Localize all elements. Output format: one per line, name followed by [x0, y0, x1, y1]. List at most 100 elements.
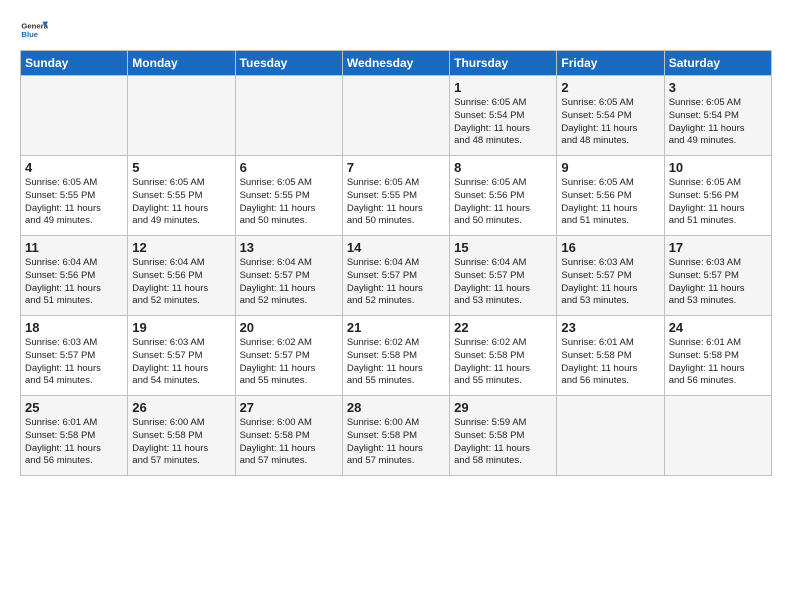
calendar-day-cell: 15 Sunrise: 6:04 AM Sunset: 5:57 PM Dayli… — [450, 236, 557, 316]
calendar-day-cell: 5 Sunrise: 6:05 AM Sunset: 5:55 PM Daylig… — [128, 156, 235, 236]
day-number: 18 — [25, 320, 123, 335]
day-number: 10 — [669, 160, 767, 175]
day-info: Sunrise: 6:05 AM Sunset: 5:54 PM Dayligh… — [669, 97, 767, 148]
day-info: Sunrise: 6:05 AM Sunset: 5:56 PM Dayligh… — [669, 177, 767, 228]
day-info: Sunrise: 6:01 AM Sunset: 5:58 PM Dayligh… — [25, 417, 123, 468]
day-number: 13 — [240, 240, 338, 255]
calendar-day-cell: 29 Sunrise: 5:59 AM Sunset: 5:58 PM Dayli… — [450, 396, 557, 476]
day-number: 8 — [454, 160, 552, 175]
day-info: Sunrise: 6:05 AM Sunset: 5:54 PM Dayligh… — [454, 97, 552, 148]
calendar-day-cell: 8 Sunrise: 6:05 AM Sunset: 5:56 PM Daylig… — [450, 156, 557, 236]
calendar-day-cell: 11 Sunrise: 6:04 AM Sunset: 5:56 PM Dayli… — [21, 236, 128, 316]
calendar-day-cell: 9 Sunrise: 6:05 AM Sunset: 5:56 PM Daylig… — [557, 156, 664, 236]
col-header-sunday: Sunday — [21, 51, 128, 76]
day-number: 17 — [669, 240, 767, 255]
calendar-table: SundayMondayTuesdayWednesdayThursdayFrid… — [20, 50, 772, 476]
calendar-day-cell: 24 Sunrise: 6:01 AM Sunset: 5:58 PM Dayli… — [664, 316, 771, 396]
day-info: Sunrise: 6:01 AM Sunset: 5:58 PM Dayligh… — [669, 337, 767, 388]
empty-cell — [128, 76, 235, 156]
day-info: Sunrise: 6:04 AM Sunset: 5:57 PM Dayligh… — [240, 257, 338, 308]
day-number: 9 — [561, 160, 659, 175]
day-number: 14 — [347, 240, 445, 255]
calendar-day-cell: 18 Sunrise: 6:03 AM Sunset: 5:57 PM Dayli… — [21, 316, 128, 396]
day-info: Sunrise: 6:02 AM Sunset: 5:58 PM Dayligh… — [347, 337, 445, 388]
empty-cell — [235, 76, 342, 156]
day-info: Sunrise: 5:59 AM Sunset: 5:58 PM Dayligh… — [454, 417, 552, 468]
day-info: Sunrise: 6:05 AM Sunset: 5:55 PM Dayligh… — [25, 177, 123, 228]
col-header-tuesday: Tuesday — [235, 51, 342, 76]
logo: General Blue — [20, 16, 52, 44]
calendar-day-cell: 23 Sunrise: 6:01 AM Sunset: 5:58 PM Dayli… — [557, 316, 664, 396]
day-info: Sunrise: 6:00 AM Sunset: 5:58 PM Dayligh… — [132, 417, 230, 468]
calendar-day-cell: 12Sunrise: 6:04 AM Sunset: 5:56 PM Dayli… — [128, 236, 235, 316]
calendar-day-cell: 3 Sunrise: 6:05 AM Sunset: 5:54 PM Daylig… — [664, 76, 771, 156]
calendar-day-cell: 2 Sunrise: 6:05 AM Sunset: 5:54 PM Daylig… — [557, 76, 664, 156]
calendar-day-cell: 22Sunrise: 6:02 AM Sunset: 5:58 PM Dayli… — [450, 316, 557, 396]
day-number: 21 — [347, 320, 445, 335]
day-info: Sunrise: 6:01 AM Sunset: 5:58 PM Dayligh… — [561, 337, 659, 388]
calendar-day-cell: 19 Sunrise: 6:03 AM Sunset: 5:57 PM Dayli… — [128, 316, 235, 396]
day-number: 7 — [347, 160, 445, 175]
calendar-day-cell: 17Sunrise: 6:03 AM Sunset: 5:57 PM Dayli… — [664, 236, 771, 316]
calendar-day-cell: 14 Sunrise: 6:04 AM Sunset: 5:57 PM Dayli… — [342, 236, 449, 316]
calendar-day-cell: 21 Sunrise: 6:02 AM Sunset: 5:58 PM Dayli… — [342, 316, 449, 396]
calendar-header-row: SundayMondayTuesdayWednesdayThursdayFrid… — [21, 51, 772, 76]
calendar-day-cell: 20 Sunrise: 6:02 AM Sunset: 5:57 PM Dayli… — [235, 316, 342, 396]
day-info: Sunrise: 6:05 AM Sunset: 5:56 PM Dayligh… — [454, 177, 552, 228]
calendar-day-cell: 1 Sunrise: 6:05 AM Sunset: 5:54 PM Daylig… — [450, 76, 557, 156]
svg-text:Blue: Blue — [21, 30, 38, 39]
day-number: 2 — [561, 80, 659, 95]
day-number: 27 — [240, 400, 338, 415]
day-info: Sunrise: 6:00 AM Sunset: 5:58 PM Dayligh… — [347, 417, 445, 468]
day-info: Sunrise: 6:04 AM Sunset: 5:57 PM Dayligh… — [454, 257, 552, 308]
empty-cell — [342, 76, 449, 156]
day-info: Sunrise: 6:02 AM Sunset: 5:58 PM Dayligh… — [454, 337, 552, 388]
calendar-week-row: 25 Sunrise: 6:01 AM Sunset: 5:58 PM Dayli… — [21, 396, 772, 476]
calendar-day-cell: 4 Sunrise: 6:05 AM Sunset: 5:55 PM Daylig… — [21, 156, 128, 236]
day-number: 19 — [132, 320, 230, 335]
day-number: 3 — [669, 80, 767, 95]
day-number: 4 — [25, 160, 123, 175]
day-number: 12 — [132, 240, 230, 255]
day-number: 11 — [25, 240, 123, 255]
col-header-wednesday: Wednesday — [342, 51, 449, 76]
day-info: Sunrise: 6:03 AM Sunset: 5:57 PM Dayligh… — [25, 337, 123, 388]
empty-cell — [557, 396, 664, 476]
day-info: Sunrise: 6:05 AM Sunset: 5:55 PM Dayligh… — [240, 177, 338, 228]
day-info: Sunrise: 6:04 AM Sunset: 5:56 PM Dayligh… — [25, 257, 123, 308]
day-info: Sunrise: 6:04 AM Sunset: 5:57 PM Dayligh… — [347, 257, 445, 308]
page-header: General Blue — [20, 16, 772, 44]
day-number: 29 — [454, 400, 552, 415]
calendar-day-cell: 28Sunrise: 6:00 AM Sunset: 5:58 PM Dayli… — [342, 396, 449, 476]
day-number: 23 — [561, 320, 659, 335]
day-number: 6 — [240, 160, 338, 175]
day-number: 26 — [132, 400, 230, 415]
day-info: Sunrise: 6:05 AM Sunset: 5:56 PM Dayligh… — [561, 177, 659, 228]
day-info: Sunrise: 6:05 AM Sunset: 5:55 PM Dayligh… — [132, 177, 230, 228]
day-info: Sunrise: 6:03 AM Sunset: 5:57 PM Dayligh… — [561, 257, 659, 308]
day-info: Sunrise: 6:05 AM Sunset: 5:55 PM Dayligh… — [347, 177, 445, 228]
calendar-week-row: 11 Sunrise: 6:04 AM Sunset: 5:56 PM Dayli… — [21, 236, 772, 316]
day-number: 24 — [669, 320, 767, 335]
day-info: Sunrise: 6:02 AM Sunset: 5:57 PM Dayligh… — [240, 337, 338, 388]
day-info: Sunrise: 6:03 AM Sunset: 5:57 PM Dayligh… — [132, 337, 230, 388]
logo-icon: General Blue — [20, 16, 48, 44]
calendar-day-cell: 10 Sunrise: 6:05 AM Sunset: 5:56 PM Dayli… — [664, 156, 771, 236]
day-number: 15 — [454, 240, 552, 255]
calendar-week-row: 4 Sunrise: 6:05 AM Sunset: 5:55 PM Daylig… — [21, 156, 772, 236]
empty-cell — [21, 76, 128, 156]
day-number: 1 — [454, 80, 552, 95]
day-number: 20 — [240, 320, 338, 335]
day-info: Sunrise: 6:05 AM Sunset: 5:54 PM Dayligh… — [561, 97, 659, 148]
calendar-day-cell: 7 Sunrise: 6:05 AM Sunset: 5:55 PM Daylig… — [342, 156, 449, 236]
calendar-day-cell: 26 Sunrise: 6:00 AM Sunset: 5:58 PM Dayli… — [128, 396, 235, 476]
day-info: Sunrise: 6:00 AM Sunset: 5:58 PM Dayligh… — [240, 417, 338, 468]
empty-cell — [664, 396, 771, 476]
calendar-day-cell: 27 Sunrise: 6:00 AM Sunset: 5:58 PM Dayli… — [235, 396, 342, 476]
day-number: 5 — [132, 160, 230, 175]
day-number: 25 — [25, 400, 123, 415]
col-header-monday: Monday — [128, 51, 235, 76]
calendar-week-row: 18 Sunrise: 6:03 AM Sunset: 5:57 PM Dayli… — [21, 316, 772, 396]
col-header-thursday: Thursday — [450, 51, 557, 76]
day-number: 16 — [561, 240, 659, 255]
